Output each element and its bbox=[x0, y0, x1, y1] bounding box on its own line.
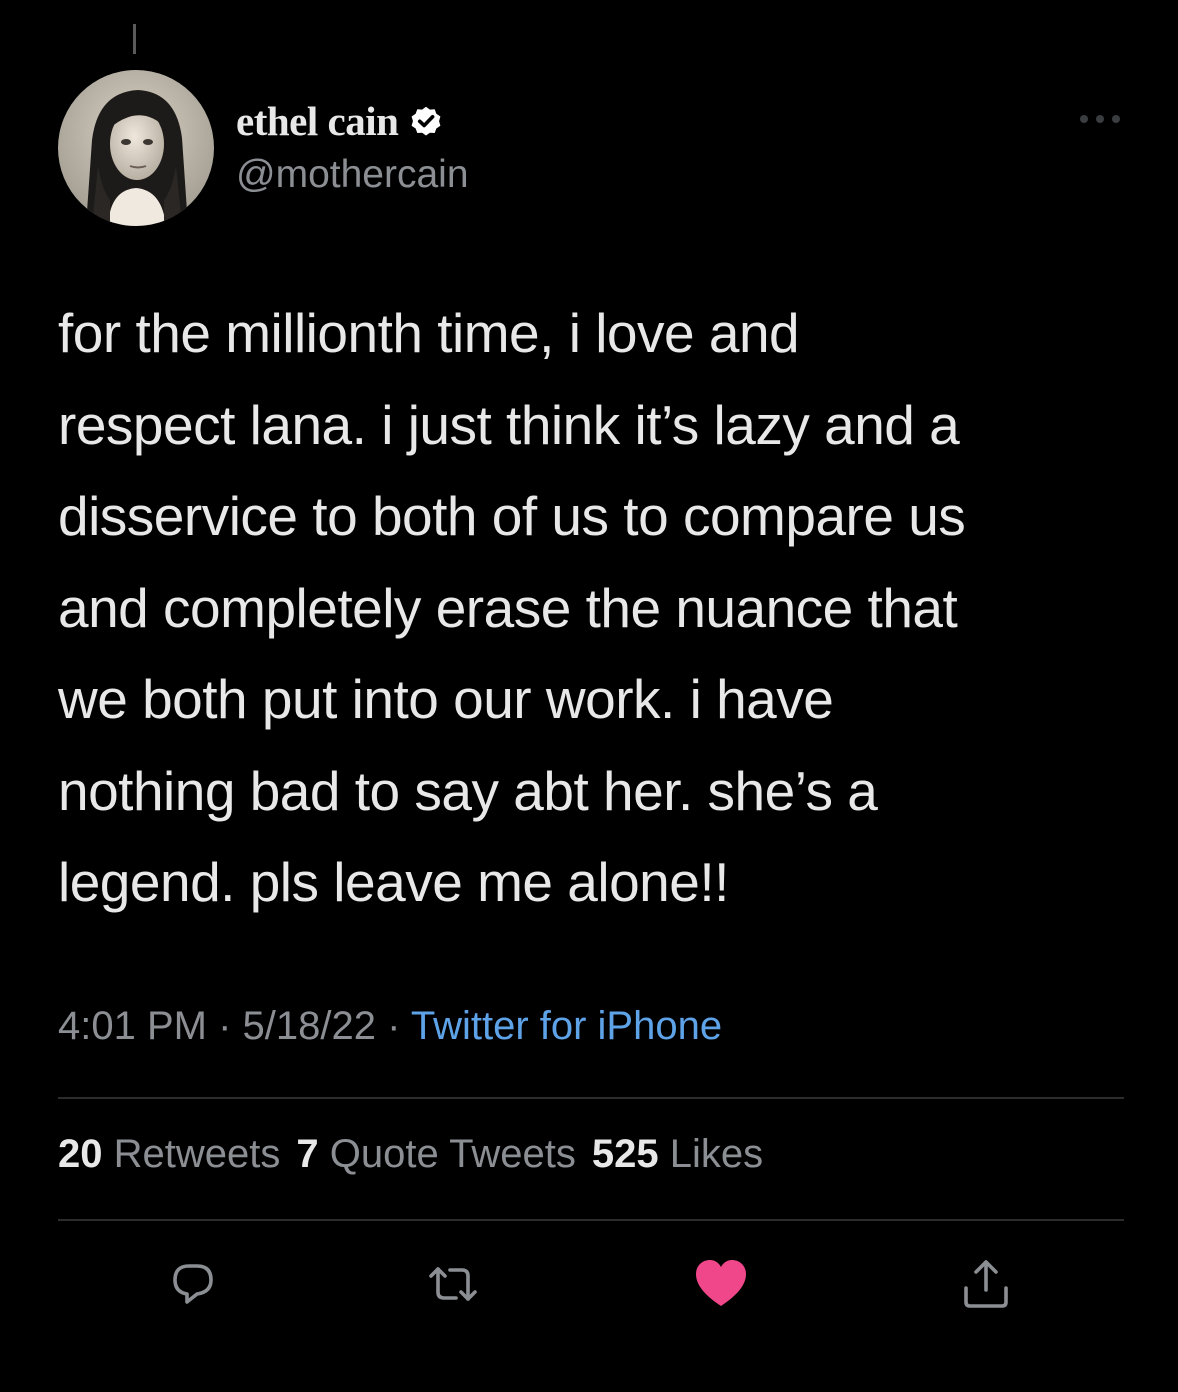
retweets-label: Retweets bbox=[113, 1132, 281, 1176]
likes-label: Likes bbox=[669, 1132, 764, 1176]
divider bbox=[58, 1219, 1124, 1221]
tweet-time[interactable]: 4:01 PM bbox=[58, 1004, 207, 1048]
tweet-date[interactable]: 5/18/22 bbox=[243, 1004, 376, 1048]
tweet-text-line: nothing bad to say abt her. she’s a bbox=[58, 759, 878, 822]
tweet-text: for the millionth time, i love and respe… bbox=[58, 288, 1148, 929]
divider bbox=[58, 1097, 1124, 1099]
user-handle[interactable]: @mothercain bbox=[236, 153, 469, 197]
retweets-count: 20 bbox=[58, 1132, 103, 1176]
verified-badge-icon bbox=[411, 106, 441, 136]
retweets-stat[interactable]: 20 Retweets bbox=[58, 1132, 280, 1176]
avatar[interactable] bbox=[58, 70, 214, 226]
likes-count: 525 bbox=[591, 1132, 659, 1176]
likes-stat[interactable]: 525 Likes bbox=[592, 1132, 763, 1176]
avatar-photo bbox=[58, 70, 214, 226]
engagement-stats: 20 Retweets 7 Quote Tweets 525 Likes bbox=[58, 1132, 763, 1177]
tweet-text-line: respect lana. i just think it’s lazy and… bbox=[58, 393, 960, 456]
meta-separator: · bbox=[387, 1004, 411, 1048]
reply-icon[interactable] bbox=[165, 1256, 221, 1312]
tweet-source-link[interactable]: Twitter for iPhone bbox=[411, 1004, 722, 1048]
quote-tweets-count: 7 bbox=[296, 1132, 319, 1176]
tweet-metadata: 4:01 PM · 5/18/22 · Twitter for iPhone bbox=[58, 1004, 722, 1049]
quote-tweets-stat[interactable]: 7 Quote Tweets bbox=[296, 1132, 575, 1176]
quote-tweets-label: Quote Tweets bbox=[329, 1132, 576, 1176]
tweet-text-line: legend. pls leave me alone!! bbox=[58, 851, 729, 913]
tweet-text-line: we both put into our work. i have bbox=[58, 668, 834, 730]
tweet-text-line: and completely erase the nuance that bbox=[58, 576, 958, 639]
display-name[interactable]: ethel cain bbox=[236, 97, 399, 145]
retweet-icon[interactable] bbox=[425, 1256, 481, 1312]
author-name-row[interactable]: ethel cain bbox=[236, 96, 444, 146]
more-options-icon[interactable] bbox=[1078, 112, 1122, 126]
tweet-text-line: for the millionth time, i love and bbox=[58, 302, 800, 364]
share-icon[interactable] bbox=[958, 1256, 1014, 1312]
thread-connector bbox=[133, 24, 136, 54]
tweet-text-line: disservice to both of us to compare us bbox=[58, 485, 966, 547]
heart-icon[interactable] bbox=[693, 1256, 749, 1312]
meta-separator: · bbox=[218, 1004, 243, 1048]
